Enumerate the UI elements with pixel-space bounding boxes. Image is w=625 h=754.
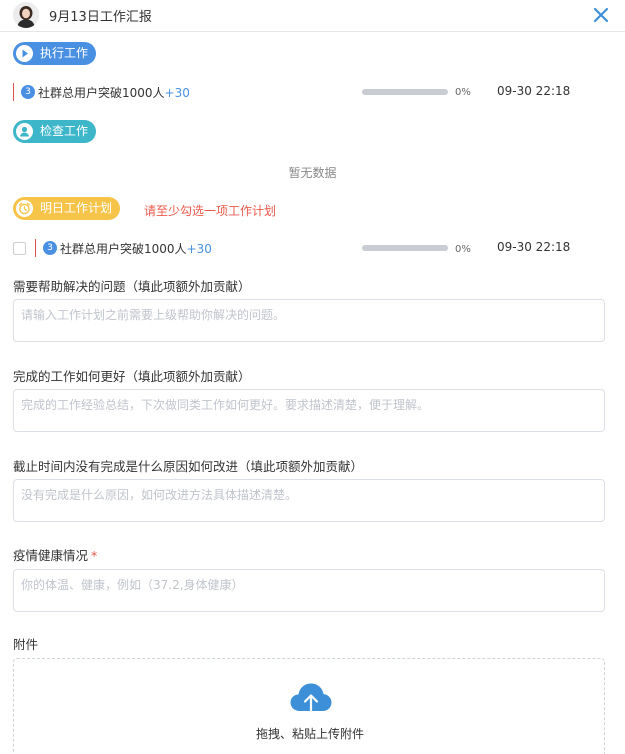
help-needed-field[interactable]: [13, 299, 605, 342]
plan-task-row: 3 社群总用户突破1000人+30 0% 09-30 22:18: [0, 239, 625, 259]
health-status-input[interactable]: [14, 570, 604, 611]
plan-section-label: 明日工作计划: [40, 201, 113, 215]
exec-section-tag: 执行工作: [13, 42, 97, 65]
alarm-clock-icon: [16, 200, 33, 217]
health-status-field[interactable]: [13, 569, 605, 612]
task-progress-bar: [362, 245, 448, 251]
check-section-tag: 检查工作: [13, 120, 97, 143]
exec-section-label: 执行工作: [40, 46, 89, 60]
task-deadline: 09-30 22:18: [497, 84, 571, 98]
required-mark: *: [91, 548, 98, 563]
cloud-upload-icon: [290, 683, 332, 719]
task-name-text: 社群总用户突破1000人: [38, 86, 165, 100]
page-title: 9月13日工作汇报: [49, 10, 152, 25]
user-icon: [16, 123, 33, 140]
improve-work-field[interactable]: [13, 389, 605, 432]
task-name: 社群总用户突破1000人+30: [38, 84, 190, 101]
task-marker: [35, 239, 36, 257]
task-level-badge: 3: [21, 85, 35, 99]
unfinished-reason-label: 截止时间内没有完成是什么原因如何改进（填此项额外加贡献）: [13, 459, 364, 474]
task-progress-text: 0%: [455, 87, 471, 98]
task-progress-text: 0%: [455, 244, 471, 255]
play-icon: [16, 45, 33, 62]
health-status-label: 疫情健康情况 *: [13, 545, 97, 564]
task-bonus: +30: [186, 242, 212, 256]
health-status-label-text: 疫情健康情况: [13, 548, 89, 563]
task-name-text: 社群总用户突破1000人: [60, 242, 187, 256]
task-deadline: 09-30 22:18: [497, 240, 571, 254]
exec-task-row[interactable]: 3 社群总用户突破1000人+30 0% 09-30 22:18: [0, 83, 625, 103]
dialog-header: 9月13日工作汇报: [0, 0, 625, 32]
user-avatar: [13, 2, 39, 28]
help-needed-input[interactable]: [14, 300, 604, 341]
help-needed-label: 需要帮助解决的问题（填此项额外加贡献）: [13, 279, 251, 294]
improve-work-label: 完成的工作如何更好（填此项额外加贡献）: [13, 369, 251, 384]
task-name[interactable]: 社群总用户突破1000人+30: [60, 240, 212, 257]
plan-task-checkbox[interactable]: [13, 242, 26, 255]
improve-work-input[interactable]: [14, 390, 604, 431]
attachments-label: 附件: [13, 637, 39, 652]
check-section-label: 检查工作: [40, 124, 89, 138]
task-bonus: +30: [164, 86, 190, 100]
task-level-badge: 3: [43, 241, 57, 255]
upload-hint-text: 拖拽、粘贴上传附件: [255, 727, 364, 741]
empty-state-text: 暂无数据: [288, 166, 337, 180]
plan-section-tag: 明日工作计划: [13, 197, 121, 220]
upload-dropzone[interactable]: 拖拽、粘贴上传附件: [13, 658, 605, 754]
unfinished-reason-field[interactable]: [13, 479, 605, 522]
unfinished-reason-input[interactable]: [14, 480, 604, 521]
task-progress-bar: [362, 89, 448, 95]
task-marker: [13, 83, 14, 101]
plan-warning-text: 请至少勾选一项工作计划: [144, 204, 277, 218]
close-icon[interactable]: [590, 4, 612, 26]
